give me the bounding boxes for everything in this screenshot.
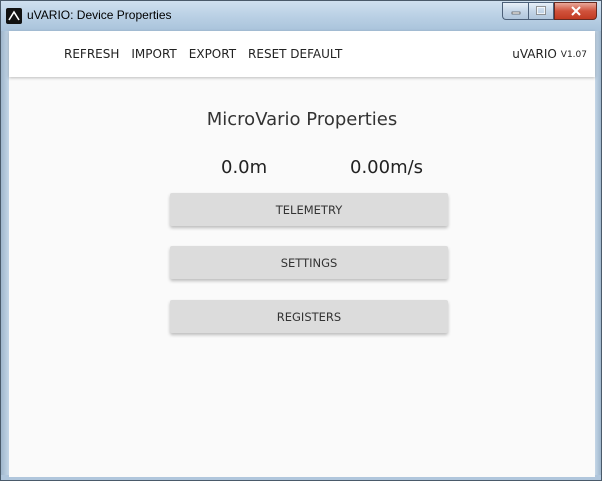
toolbar-menu: REFRESH IMPORT EXPORT RESET DEFAULT [64, 31, 354, 77]
title-bar[interactable]: uVARIO: Device Properties [1, 1, 601, 31]
settings-button[interactable]: SETTINGS [170, 246, 448, 279]
client-area: REFRESH IMPORT EXPORT RESET DEFAULT uVAR… [9, 31, 595, 477]
maximize-icon [536, 6, 546, 15]
window-title: uVARIO: Device Properties [27, 8, 172, 22]
app-window: uVARIO: Device Properties REFRESH IMPORT… [0, 0, 602, 481]
import-menu-item[interactable]: IMPORT [131, 47, 176, 61]
minimize-button[interactable] [502, 2, 528, 20]
vertical-speed-readout: 0.00m/s [350, 157, 424, 178]
reset-default-menu-item[interactable]: RESET DEFAULT [248, 47, 342, 61]
altitude-readout: 0.0m [221, 157, 268, 178]
page-title: MicroVario Properties [206, 109, 398, 130]
window-frame-right [595, 31, 601, 480]
app-logo-icon [6, 8, 22, 24]
telemetry-button[interactable]: TELEMETRY [170, 193, 448, 226]
window-controls [502, 2, 597, 22]
close-icon [570, 6, 581, 16]
export-menu-item[interactable]: EXPORT [189, 47, 236, 61]
registers-button[interactable]: REGISTERS [170, 300, 448, 333]
top-toolbar: REFRESH IMPORT EXPORT RESET DEFAULT uVAR… [9, 31, 595, 77]
maximize-button[interactable] [528, 2, 554, 20]
app-name: uVARIO [512, 47, 557, 61]
close-button[interactable] [554, 2, 597, 20]
window-frame-left [1, 31, 9, 480]
refresh-menu-item[interactable]: REFRESH [64, 47, 119, 61]
minimize-icon [511, 11, 520, 15]
app-version: uVARIO V1.07 [512, 31, 587, 77]
version-number: V1.07 [560, 50, 587, 60]
